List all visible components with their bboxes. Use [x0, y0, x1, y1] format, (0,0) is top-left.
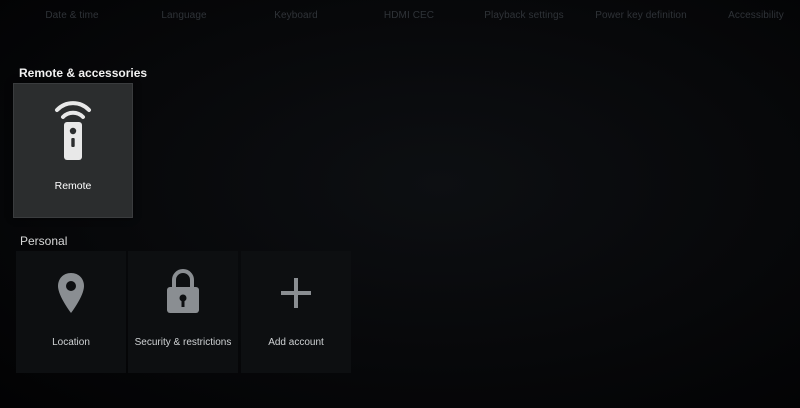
settings-screen: Date & time Language Keyboard HDMI CEC P… [0, 0, 800, 408]
security-restrictions-tile[interactable]: Security & restrictions [128, 251, 238, 373]
lock-icon [167, 269, 199, 313]
security-restrictions-tile-label: Security & restrictions [134, 337, 232, 348]
location-pin-icon [58, 273, 84, 313]
section-title-remote-accessories: Remote & accessories [19, 66, 148, 80]
tab-language[interactable]: Language [161, 10, 206, 21]
tab-hdmi-cec[interactable]: HDMI CEC [384, 10, 434, 21]
section-title-personal: Personal [20, 234, 68, 248]
plus-icon [281, 278, 311, 308]
remote-tile-label: Remote [54, 180, 92, 192]
tab-accessibility[interactable]: Accessibility [728, 10, 784, 21]
location-tile[interactable]: Location [16, 251, 126, 373]
tab-keyboard[interactable]: Keyboard [274, 10, 318, 21]
remote-tile[interactable]: Remote [13, 83, 133, 218]
location-tile-label: Location [52, 337, 90, 348]
top-tab-row: Date & time Language Keyboard HDMI CEC P… [0, 0, 800, 30]
remote-wifi-icon [55, 101, 91, 160]
tab-power-key-definition[interactable]: Power key definition [595, 10, 687, 21]
tab-date-time[interactable]: Date & time [45, 10, 98, 21]
tab-playback-settings[interactable]: Playback settings [484, 10, 564, 21]
add-account-tile[interactable]: Add account [241, 251, 351, 373]
add-account-tile-label: Add account [268, 337, 324, 348]
